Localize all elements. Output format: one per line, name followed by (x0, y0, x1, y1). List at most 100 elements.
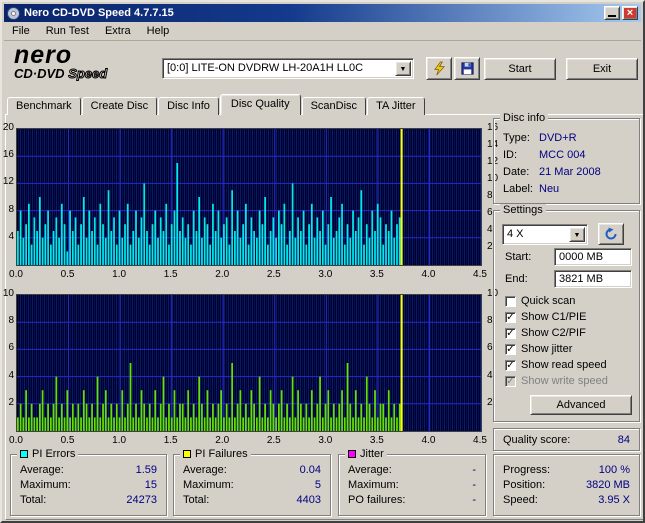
menu-file[interactable]: File (4, 23, 38, 39)
checkbox-show-c2-pif[interactable]: ✓ Show C2/PIF (494, 325, 639, 341)
checkbox-icon[interactable]: ✓ (505, 311, 516, 323)
position-row: Position: 3820 MB (494, 477, 639, 492)
menu-extra[interactable]: Extra (97, 23, 139, 39)
product-name-text: CD·DVD Speed (14, 66, 159, 82)
start-input[interactable]: 0000 MB (554, 248, 632, 266)
legend-label: Average: (183, 463, 227, 476)
tick-label: 1.0 (112, 435, 127, 446)
checkbox-icon[interactable]: ✓ (505, 327, 516, 339)
tick-label: 12 (2, 176, 14, 188)
pi-errors-x-axis: 0.0 0.5 1.0 1.5 2.0 2.5 3.0 3.5 4.0 4.5 (9, 269, 487, 281)
quality-score-label: Quality score: (503, 433, 571, 446)
tick-label: 4 (8, 369, 14, 381)
tab-create-disc[interactable]: Create Disc (81, 97, 158, 115)
tab-ta-jitter[interactable]: TA Jitter (367, 97, 425, 115)
checkbox-quick-scan[interactable]: Quick scan (494, 293, 639, 309)
checkbox-icon[interactable] (505, 295, 516, 307)
progress-row: Progress: 100 % (494, 462, 639, 477)
nero-brand-text: nero (14, 41, 73, 69)
checkbox-icon[interactable]: ✓ (505, 359, 516, 371)
chevron-down-icon[interactable]: ▼ (395, 61, 411, 76)
settings-title: Settings (500, 204, 546, 216)
disc-info-row: Label: Neu (494, 180, 639, 197)
tick-label: 8 (487, 315, 493, 327)
lightning-icon (432, 61, 447, 76)
tick-label: 3.0 (318, 269, 333, 280)
minimize-icon (608, 15, 616, 17)
legend-row: Total: 4403 (174, 492, 330, 507)
tick-label: 1.5 (163, 435, 178, 446)
checkbox-icon[interactable]: ✓ (505, 343, 516, 355)
tick-label: 0.5 (60, 269, 75, 280)
tick-label: 2.0 (215, 435, 230, 446)
tick-label: 4.0 (421, 435, 436, 446)
checkbox-show-read-speed[interactable]: ✓ Show read speed (494, 357, 639, 373)
checkbox-label: Show C2/PIF (521, 327, 586, 339)
tab-benchmark[interactable]: Benchmark (7, 97, 81, 115)
exit-button[interactable]: Exit (566, 58, 638, 80)
speed-label: Speed: (503, 493, 538, 506)
legend-value: 24273 (126, 493, 157, 506)
menu-run-test[interactable]: Run Test (38, 23, 97, 39)
pi-failures-plot (16, 294, 482, 432)
advanced-button[interactable]: Advanced (530, 395, 632, 415)
tab-disc-quality[interactable]: Disc Quality (219, 94, 301, 115)
checkbox-label: Show write speed (521, 375, 608, 387)
refresh-button[interactable] (598, 223, 624, 245)
pi-failures-legend-group: PI Failures Average: 0.04 Maximum: 5 Total… (173, 448, 331, 516)
window-title: Nero CD-DVD Speed 4.7.7.15 (24, 7, 174, 19)
settings-group: Settings 4 X ▼ Start: 0000 MB End: 3821 … (493, 204, 640, 422)
legend-row: Average: 0.04 (174, 462, 330, 477)
disc-info-label: ID: (503, 148, 518, 161)
tick-label: 6 (487, 342, 493, 354)
start-field-label: Start: (505, 251, 532, 263)
legend-value: - (472, 493, 476, 506)
tab-scandisc[interactable]: ScanDisc (301, 97, 367, 115)
legend-title-text: PI Errors (32, 448, 76, 460)
checkbox-show-jitter[interactable]: ✓ Show jitter (494, 341, 639, 357)
tick-label: 8 (487, 190, 493, 201)
legend-value: - (472, 478, 476, 491)
menu-bar: File Run Test Extra Help (4, 22, 641, 41)
end-field-label: End: (505, 273, 528, 285)
chevron-down-icon[interactable]: ▼ (569, 227, 585, 242)
minimize-button[interactable] (604, 6, 620, 20)
save-button[interactable] (454, 57, 480, 80)
tick-label: 4 (8, 230, 14, 242)
legend-value: 1.59 (135, 463, 157, 476)
nero-logo: nero CD·DVD Speed (14, 41, 159, 82)
menu-help[interactable]: Help (139, 23, 178, 39)
tick-label: 4 (487, 224, 493, 235)
legend-value: 5 (314, 478, 321, 491)
tick-label: 0.0 (9, 269, 23, 280)
product-left: CD·DVD (14, 66, 65, 81)
tick-label: 3.5 (369, 435, 384, 446)
pi-errors-plot (16, 128, 482, 266)
disc-info-label: Date: (503, 165, 530, 178)
tick-label: 2.0 (215, 269, 230, 280)
speed-select[interactable]: 4 X ▼ (502, 224, 588, 245)
legend-value: 15 (144, 478, 157, 491)
tick-label: 8 (8, 203, 14, 215)
checkbox-show-c1-pie[interactable]: ✓ Show C1/PIE (494, 309, 639, 325)
refresh-icon (604, 227, 618, 241)
tick-label: 1.0 (112, 269, 127, 280)
checkbox-show-write-speed: ✓ Show write speed (494, 373, 639, 389)
tick-label: 20 (2, 122, 14, 133)
pi-failures-left-axis: 10 8 6 4 2 (2, 288, 15, 432)
disc-info-label: Type: (503, 131, 530, 144)
speed-value: 3.95 X (598, 493, 630, 506)
drive-select[interactable]: [0:0] LITE-ON DVDRW LH-20A1H LL0C ▼ (162, 58, 414, 79)
disc-info-group: Disc info Type: DVD+R ID: MCC 004 Date: 21 … (493, 112, 640, 204)
end-input[interactable]: 3821 MB (554, 270, 632, 288)
pi-errors-left-axis: 20 16 12 8 4 (2, 122, 15, 266)
jitter-legend-group: Jitter Average: - Maximum: - PO failures: - (338, 448, 486, 516)
start-button[interactable]: Start (484, 58, 556, 80)
test-options-button[interactable] (426, 57, 452, 80)
legend-row: PO failures: - (339, 492, 485, 507)
tick-label: 0.0 (9, 435, 23, 446)
disc-info-value: 21 Mar 2008 (539, 165, 601, 178)
close-button[interactable]: × (622, 6, 638, 20)
legend-row: Maximum: 15 (11, 477, 166, 492)
tab-disc-info[interactable]: Disc Info (158, 97, 219, 115)
